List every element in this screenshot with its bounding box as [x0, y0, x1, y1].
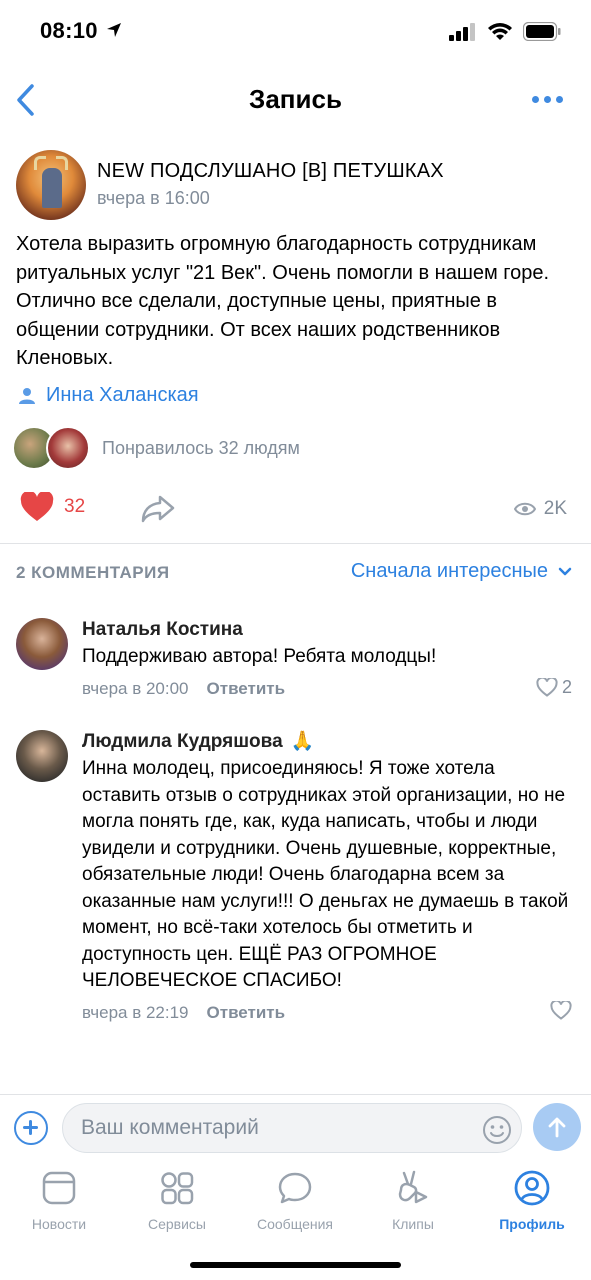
share-icon[interactable]	[140, 494, 176, 524]
heart-filled-icon	[20, 492, 54, 521]
emoji-icon[interactable]	[482, 1115, 512, 1145]
post-time: вчера в 16:00	[97, 188, 210, 208]
views-counter: 2K	[513, 498, 567, 520]
heart-outline-icon	[536, 677, 558, 697]
wifi-icon	[488, 23, 512, 40]
status-time: 08:10	[40, 18, 98, 43]
clips-icon	[398, 1170, 428, 1204]
more-options-icon[interactable]	[532, 96, 563, 103]
likes-text: Понравилось 32 людям	[102, 437, 300, 458]
comments-header: 2 КОММЕНТАРИЯ Сначала интересные	[16, 560, 572, 588]
news-icon	[42, 1171, 76, 1205]
profile-icon	[514, 1170, 550, 1206]
post-header: NEW ПОДСЛУШАНО [В] ПЕТУШКАХ вчера в 16:0…	[16, 150, 576, 222]
arrow-up-icon	[548, 1117, 566, 1138]
author-name: Инна Халанская	[46, 384, 199, 406]
signal-icon	[449, 22, 475, 41]
add-attachment-button[interactable]	[14, 1111, 48, 1145]
home-indicator	[190, 1262, 401, 1268]
comment-like-button[interactable]: 2	[536, 677, 572, 698]
tab-label: Клипы	[392, 1216, 434, 1232]
chevron-down-icon	[558, 567, 572, 575]
tab-messages[interactable]: Сообщения	[236, 1168, 354, 1232]
like-count: 32	[64, 496, 86, 517]
page-title: Запись	[249, 84, 342, 114]
location-arrow-icon	[107, 23, 121, 37]
commenter-name[interactable]: Людмила Кудряшова 🙏	[82, 728, 572, 756]
nav-bar: Запись	[0, 66, 591, 136]
tab-bar: Новости Сервисы Сообщения Клипы Профиль	[0, 1160, 591, 1246]
divider	[0, 543, 591, 544]
comment-input-bar	[0, 1094, 591, 1160]
comments-sort-button[interactable]: Сначала интересные	[351, 560, 572, 583]
sort-label: Сначала интересные	[350, 560, 548, 582]
comment-input[interactable]	[62, 1103, 522, 1153]
comments-count: 2 КОММЕНТАРИЯ	[16, 563, 170, 582]
status-icons	[449, 22, 561, 41]
commenter-name[interactable]: Наталья Костина	[82, 616, 572, 644]
tab-label: Сервисы	[147, 1216, 206, 1232]
group-avatar[interactable]	[16, 150, 86, 220]
comment-time: вчера в 20:00	[82, 678, 189, 698]
tab-clips[interactable]: Клипы	[354, 1168, 472, 1232]
comment-text: Поддерживаю автора! Ребята молодцы!	[82, 646, 437, 667]
services-icon	[161, 1172, 194, 1205]
commenter-avatar[interactable]	[16, 618, 68, 670]
send-button[interactable]	[533, 1103, 581, 1151]
reply-button[interactable]: Ответить	[207, 679, 286, 699]
tab-label: Новости	[31, 1216, 87, 1232]
user-icon	[19, 387, 35, 404]
tab-label: Профиль	[499, 1216, 565, 1232]
like-button[interactable]: 32	[20, 492, 85, 522]
tab-label: Сообщения	[257, 1216, 333, 1232]
tab-news[interactable]: Новости	[0, 1168, 118, 1232]
messages-icon	[278, 1172, 312, 1204]
battery-icon	[523, 22, 561, 41]
comment-meta: вчера в 20:00 Ответить 2	[82, 677, 572, 701]
group-name[interactable]: NEW ПОДСЛУШАНО [В] ПЕТУШКАХ	[97, 160, 444, 183]
eye-icon	[513, 502, 536, 516]
liked-by-row[interactable]: Понравилось 32 людям	[12, 424, 300, 472]
tab-services[interactable]: Сервисы	[118, 1168, 236, 1232]
post-author[interactable]: Инна Халанская	[18, 384, 199, 407]
comment-like-count: 2	[561, 676, 572, 697]
views-count: 2K	[543, 498, 567, 519]
tab-profile[interactable]: Профиль	[473, 1168, 591, 1232]
comment-time: вчера в 22:19	[82, 1002, 189, 1022]
commenter-avatar[interactable]	[16, 730, 68, 782]
comment-text: Инна молодец, присоединяюсь! Я тоже хоте…	[82, 758, 569, 991]
status-bar: 08:10	[0, 0, 591, 66]
pray-emoji-icon: 🙏	[290, 731, 315, 752]
post-text: Хотела выразить огромную благодарность с…	[16, 233, 550, 369]
heart-outline-icon	[550, 1000, 572, 1020]
post-actions: 32 2K	[20, 490, 571, 534]
liker-avatar	[46, 426, 90, 470]
comment-like-button[interactable]	[550, 1000, 572, 1020]
reply-button[interactable]: Ответить	[207, 1003, 286, 1023]
comment-meta: вчера в 22:19 Ответить	[82, 1000, 572, 1025]
